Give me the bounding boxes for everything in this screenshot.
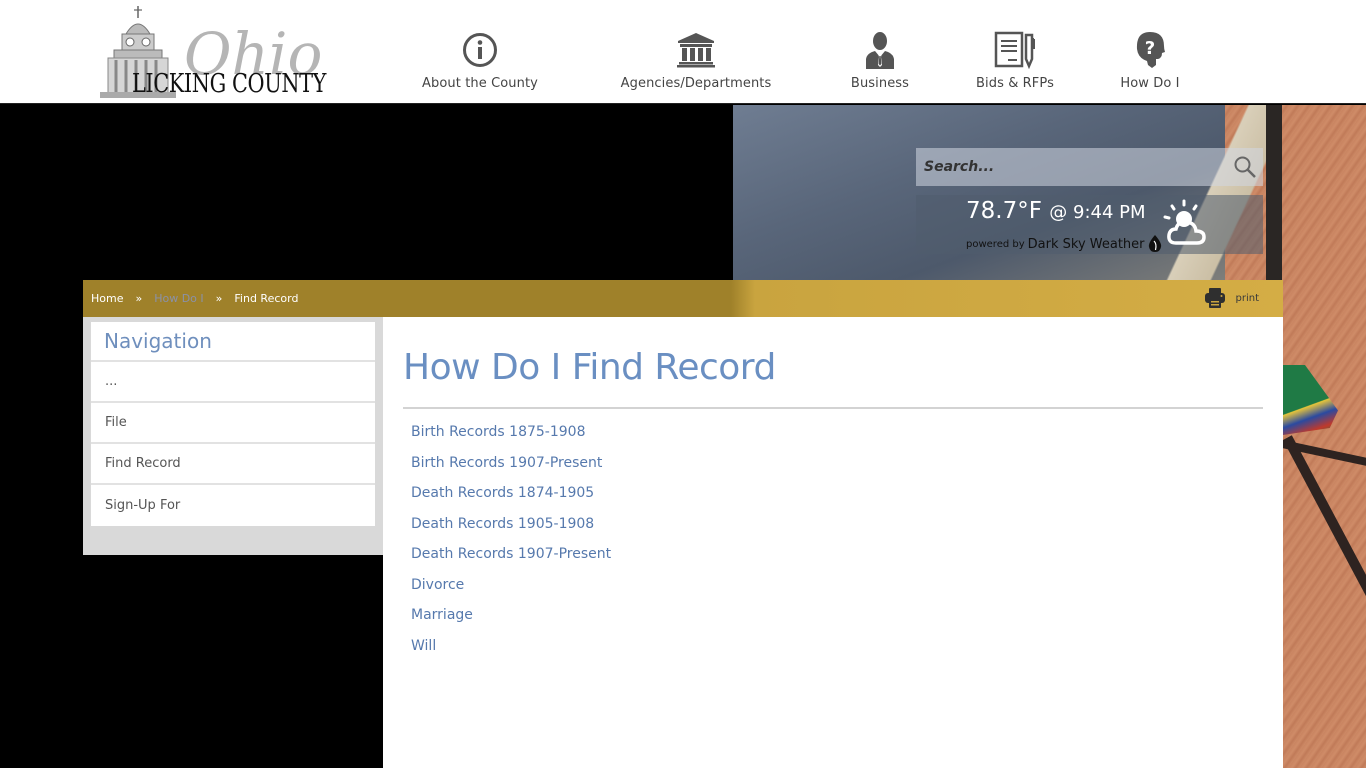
businessman-icon <box>863 30 897 70</box>
government-building-icon <box>676 30 716 70</box>
nav-label: How Do I <box>1120 76 1180 91</box>
sidebar-title: Navigation <box>91 322 375 362</box>
search-button[interactable] <box>1227 148 1263 186</box>
printer-icon <box>1204 288 1225 308</box>
site-search <box>916 148 1263 186</box>
sidebar-item-sign-up-for[interactable]: Sign-Up For <box>91 485 375 526</box>
list-item: Birth Records 1875-1908 <box>411 417 611 448</box>
list-item: Marriage <box>411 600 611 631</box>
nav-label: Agencies/Departments <box>620 76 772 91</box>
breadcrumb: Home » How Do I » Find Record <box>91 292 298 305</box>
list-item: Birth Records 1907-Present <box>411 448 611 479</box>
sidebar-nav: Navigation ... File Find Record Sign-Up … <box>91 322 375 526</box>
list-item: Death Records 1907-Present <box>411 539 611 570</box>
nav-bids-rfps[interactable]: Bids & RFPs <box>968 0 1062 104</box>
record-link-will[interactable]: Will <box>411 638 436 654</box>
list-item: Death Records 1874-1905 <box>411 478 611 509</box>
record-link-birth-1875-1908[interactable]: Birth Records 1875-1908 <box>411 424 586 440</box>
record-link-death-1907-present[interactable]: Death Records 1907-Present <box>411 546 611 562</box>
list-item: Will <box>411 631 611 662</box>
nav-agencies-departments[interactable]: Agencies/Departments <box>615 0 777 104</box>
weather-time: @ 9:44 PM <box>1049 202 1146 223</box>
breadcrumb-separator: » <box>215 292 223 305</box>
list-item: Death Records 1905-1908 <box>411 509 611 540</box>
head-question-icon: ? <box>1134 30 1166 70</box>
site-header: Ohio LICKING COUNTY About the County Age… <box>0 0 1366 104</box>
page-title: How Do I Find Record <box>403 347 776 388</box>
temperature: 78.7°F <box>966 198 1042 224</box>
record-link-death-1905-1908[interactable]: Death Records 1905-1908 <box>411 516 594 532</box>
weather-reading: 78.7°F @ 9:44 PM <box>966 198 1146 224</box>
breadcrumb-separator: » <box>135 292 143 305</box>
search-input[interactable] <box>916 148 1227 186</box>
record-link-marriage[interactable]: Marriage <box>411 607 473 623</box>
sidebar-item-file[interactable]: File <box>91 403 375 444</box>
main-content: How Do I Find Record Birth Records 1875-… <box>383 317 1283 768</box>
nav-about-the-county[interactable]: About the County <box>420 0 540 104</box>
record-links-list: Birth Records 1875-1908 Birth Records 19… <box>411 417 611 661</box>
partly-cloudy-day-icon <box>1160 199 1216 256</box>
nav-label: Bids & RFPs <box>976 76 1054 91</box>
sidebar-item-find-record[interactable]: Find Record <box>91 444 375 485</box>
svg-text:?: ? <box>1145 38 1155 59</box>
weather-attribution: powered by Dark Sky Weather <box>966 235 1162 253</box>
print-button[interactable]: print <box>1204 287 1260 309</box>
title-divider <box>403 407 1263 409</box>
breadcrumb-how-do-i[interactable]: How Do I <box>154 292 203 305</box>
sidebar-item-ellipsis[interactable]: ... <box>91 362 375 403</box>
weather-widget: 78.7°F @ 9:44 PM powered by Dark Sky Wea… <box>916 195 1263 254</box>
record-link-death-1874-1905[interactable]: Death Records 1874-1905 <box>411 485 594 501</box>
nav-label: Business <box>850 76 910 91</box>
nav-label: About the County <box>422 76 538 91</box>
print-label: print <box>1235 292 1260 304</box>
document-pen-icon <box>994 30 1036 70</box>
powered-by-label: powered by <box>966 238 1025 250</box>
breadcrumb-bar: Home » How Do I » Find Record print <box>83 280 1283 317</box>
courthouse-logo-icon: Ohio LICKING COUNTY <box>100 6 328 99</box>
nav-business[interactable]: Business <box>840 0 920 104</box>
svg-text:LICKING COUNTY: LICKING COUNTY <box>132 69 327 99</box>
search-icon <box>1234 156 1256 178</box>
licking-county-logo[interactable]: Ohio LICKING COUNTY <box>96 2 332 102</box>
breadcrumb-current: Find Record <box>234 292 299 305</box>
list-item: Divorce <box>411 570 611 601</box>
record-link-birth-1907-present[interactable]: Birth Records 1907-Present <box>411 455 602 471</box>
info-circle-icon <box>462 30 498 70</box>
dark-sky-link[interactable]: Dark Sky Weather <box>1028 237 1145 252</box>
nav-how-do-i[interactable]: ? How Do I <box>1113 0 1187 104</box>
breadcrumb-home[interactable]: Home <box>91 292 123 305</box>
sidebar: Navigation ... File Find Record Sign-Up … <box>83 317 383 555</box>
record-link-divorce[interactable]: Divorce <box>411 577 464 593</box>
